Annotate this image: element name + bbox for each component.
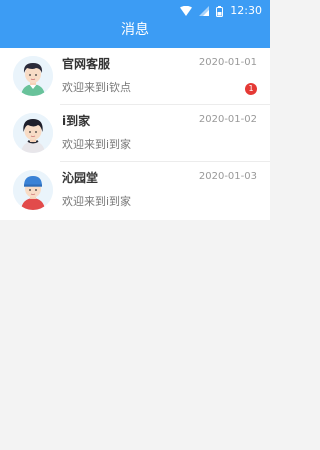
message-date: 2020-01-02 bbox=[198, 114, 257, 125]
message-row[interactable]: 官网客服 2020-01-01 欢迎来到i钦点 1 bbox=[0, 48, 270, 105]
message-date: 2020-01-03 bbox=[198, 171, 257, 182]
wifi-icon bbox=[180, 6, 193, 16]
page-title: 消息 bbox=[121, 22, 149, 38]
clock: 12:30 bbox=[230, 4, 262, 17]
boy-dark-hair-avatar-icon bbox=[13, 113, 53, 153]
message-list: 官网客服 2020-01-01 欢迎来到i钦点 1 i到家 2020-01-02… bbox=[0, 48, 270, 220]
battery-icon bbox=[216, 5, 224, 17]
signal-icon bbox=[199, 6, 210, 16]
contact-name: 官网客服 bbox=[62, 57, 111, 71]
boy-green-shirt-avatar-icon bbox=[13, 56, 53, 96]
contact-name: i到家 bbox=[62, 114, 91, 128]
app-header: 12:30 消息 bbox=[0, 0, 270, 48]
message-row[interactable]: 沁园堂 2020-01-03 欢迎来到i到家 bbox=[0, 162, 270, 219]
message-row[interactable]: i到家 2020-01-02 欢迎来到i到家 bbox=[0, 105, 270, 162]
message-date: 2020-01-01 bbox=[198, 57, 257, 68]
message-preview: 欢迎来到i到家 bbox=[62, 195, 132, 208]
status-icons: 12:30 bbox=[180, 3, 262, 19]
contact-name: 沁园堂 bbox=[62, 171, 99, 185]
message-preview: 欢迎来到i钦点 bbox=[62, 81, 132, 94]
unread-badge: 1 bbox=[245, 83, 257, 95]
message-preview: 欢迎来到i到家 bbox=[62, 138, 132, 151]
boy-blue-cap-avatar-icon bbox=[13, 170, 53, 210]
